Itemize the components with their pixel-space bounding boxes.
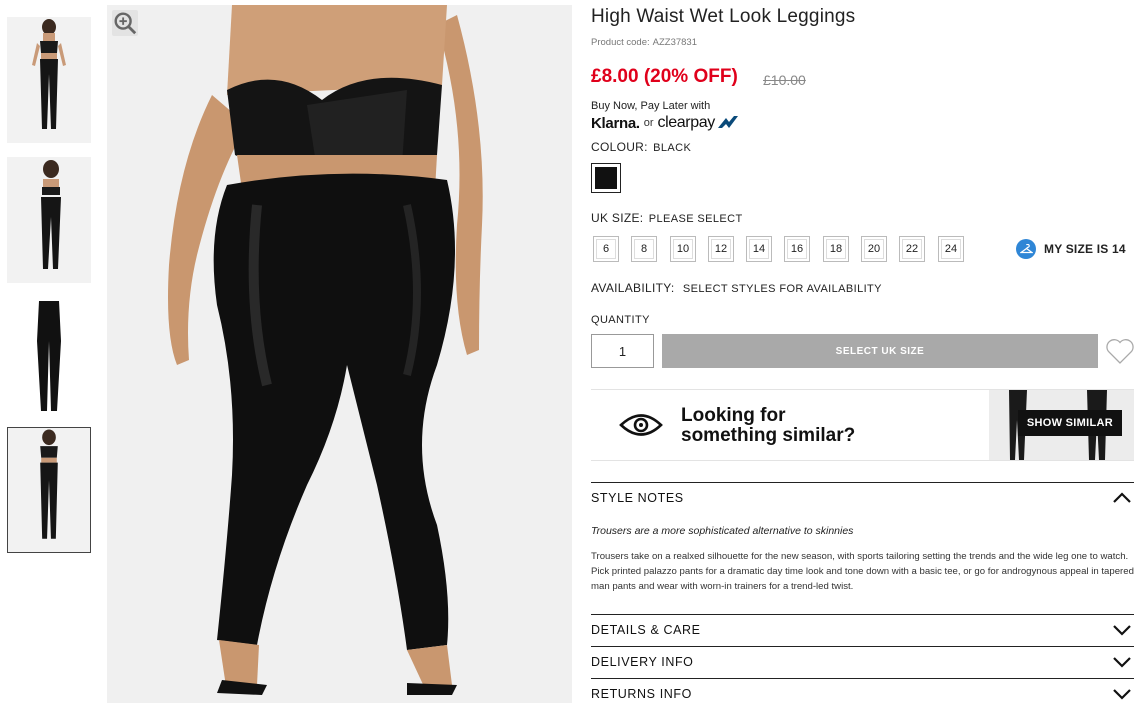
quantity-input[interactable] xyxy=(591,334,654,368)
colour-row: COLOUR: BLACK xyxy=(591,140,691,154)
thumbnail-back[interactable] xyxy=(7,157,91,283)
thumbnail-flat[interactable] xyxy=(7,297,91,423)
accordion-delivery-info[interactable]: DELIVERY INFO xyxy=(591,646,1134,676)
size-option[interactable]: 18 xyxy=(823,236,849,262)
accordion-details-care[interactable]: DETAILS & CARE xyxy=(591,614,1134,644)
model-main-image xyxy=(107,5,572,703)
heart-icon xyxy=(1106,339,1134,364)
my-size-button[interactable]: MY SIZE IS 14 xyxy=(1016,239,1126,259)
wishlist-button[interactable] xyxy=(1105,337,1135,365)
bnpl-logos: Klarna. or clearpay xyxy=(591,114,739,132)
current-price: £8.00 (20% OFF) xyxy=(591,66,738,87)
details-care-title: DETAILS & CARE xyxy=(591,622,701,637)
klarna-logo[interactable]: Klarna. xyxy=(591,115,640,132)
model-back-image xyxy=(7,157,91,283)
my-size-label: MY SIZE IS 14 xyxy=(1044,242,1126,256)
similar-heading-line2: something similar? xyxy=(681,425,856,446)
model-front-image xyxy=(7,17,91,143)
style-notes-heading: Trousers are a more sophisticated altern… xyxy=(591,525,854,537)
product-code-label: Product code: xyxy=(591,37,650,48)
clearpay-wordmark: clearpay xyxy=(657,114,716,131)
similar-heading: Looking for something similar? xyxy=(681,406,855,446)
returns-info-title: RETURNS INFO xyxy=(591,686,692,701)
size-option[interactable]: 14 xyxy=(746,236,772,262)
size-option[interactable]: 20 xyxy=(861,236,887,262)
model-full-image xyxy=(8,428,90,552)
chevron-down-icon xyxy=(1113,656,1131,668)
similar-heading-line1: Looking for xyxy=(681,405,786,426)
product-flat-image xyxy=(7,297,91,423)
similar-banner: Looking for something similar? SHOW SIMI… xyxy=(591,389,1134,461)
show-similar-button[interactable]: SHOW SIMILAR xyxy=(1017,410,1122,436)
size-row: UK SIZE: PLEASE SELECT xyxy=(591,211,743,225)
size-label: UK SIZE: xyxy=(591,211,644,225)
size-option[interactable]: 12 xyxy=(708,236,734,262)
thumbnail-front[interactable] xyxy=(7,17,91,143)
thumbnail-full[interactable] xyxy=(7,427,91,553)
quantity-label: QUANTITY xyxy=(591,314,650,326)
size-option[interactable]: 10 xyxy=(670,236,696,262)
accordion-returns-info[interactable]: RETURNS INFO xyxy=(591,678,1134,703)
main-product-image[interactable] xyxy=(107,5,572,703)
bnpl-or: or xyxy=(643,117,654,129)
colour-value: BLACK xyxy=(653,142,692,154)
clearpay-logo[interactable]: clearpay xyxy=(658,114,739,132)
original-price: £10.00 xyxy=(763,72,806,88)
hanger-icon xyxy=(1016,239,1036,259)
availability-label: AVAILABILITY: xyxy=(591,281,675,295)
swatch-fill xyxy=(595,167,617,189)
size-option[interactable]: 16 xyxy=(784,236,810,262)
style-notes-title: STYLE NOTES xyxy=(591,490,684,505)
zoom-icon xyxy=(114,12,137,35)
product-code: Product code: AZZ37831 xyxy=(591,37,697,48)
style-notes-body: Trousers take on a realxed silhouette fo… xyxy=(591,551,1134,592)
eye-icon xyxy=(619,414,663,436)
product-title: High Waist Wet Look Leggings xyxy=(591,6,856,27)
availability-row: AVAILABILITY: SELECT STYLES FOR AVAILABI… xyxy=(591,281,882,295)
zoom-button[interactable] xyxy=(112,10,138,36)
chevron-up-icon xyxy=(1113,491,1131,503)
chevron-down-icon xyxy=(1113,624,1131,636)
availability-value: SELECT STYLES FOR AVAILABILITY xyxy=(682,283,882,295)
add-to-bag-button[interactable]: SELECT UK SIZE xyxy=(662,334,1098,368)
colour-label: COLOUR: xyxy=(591,140,648,154)
chevron-down-icon xyxy=(1113,688,1131,700)
clearpay-arrow-icon xyxy=(717,116,738,128)
size-option[interactable]: 6 xyxy=(593,236,619,262)
colour-swatch-black[interactable] xyxy=(591,163,621,193)
delivery-info-title: DELIVERY INFO xyxy=(591,654,694,669)
size-value: PLEASE SELECT xyxy=(648,213,743,225)
size-option[interactable]: 22 xyxy=(899,236,925,262)
size-option[interactable]: 8 xyxy=(631,236,657,262)
product-code-value: AZZ37831 xyxy=(652,37,697,48)
accordion-style-notes[interactable]: STYLE NOTES xyxy=(591,482,1134,512)
bnpl-text: Buy Now, Pay Later with xyxy=(591,100,711,112)
size-option[interactable]: 24 xyxy=(938,236,964,262)
